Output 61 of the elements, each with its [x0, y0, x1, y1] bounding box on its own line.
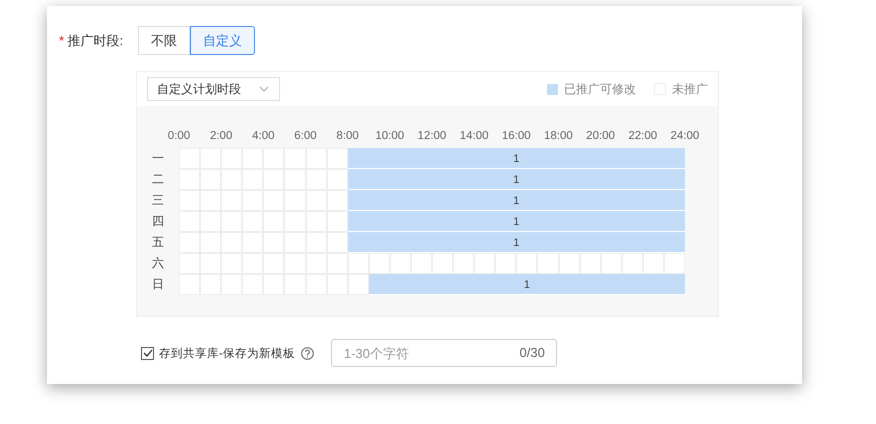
hour-label: 24:00	[669, 130, 700, 142]
day-label: 日	[151, 276, 165, 293]
hour-label: 2:00	[208, 130, 234, 142]
time-cell[interactable]	[622, 253, 643, 274]
hour-label: 6:00	[293, 130, 318, 142]
help-icon[interactable]	[300, 346, 314, 360]
checkbox[interactable]	[141, 346, 154, 360]
legend-swatch	[547, 84, 558, 94]
hour-label: 0:00	[166, 130, 192, 142]
day-label: 一	[151, 150, 165, 167]
segment-label: 1	[513, 152, 520, 164]
hour-label: 22:00	[627, 130, 658, 142]
day-label: 二	[151, 171, 165, 188]
tab[interactable]: 不限	[138, 26, 190, 55]
time-cell[interactable]	[410, 253, 432, 274]
hour-label: 16:00	[500, 130, 532, 142]
segment-label: 1	[524, 278, 530, 290]
time-cell[interactable]	[495, 253, 516, 274]
day-label: 五	[151, 234, 165, 251]
caret-icon	[259, 86, 269, 92]
period-dropdown[interactable]: 自定义计划时段	[147, 77, 280, 101]
legend-label: 未推广	[672, 80, 708, 98]
time-cell[interactable]	[474, 253, 496, 274]
hour-label: 8:00	[335, 130, 360, 142]
time-cell[interactable]	[642, 253, 664, 274]
character-counter: 0/30	[520, 345, 545, 360]
checkbox-label: 存到共享库-保存为新模板	[159, 346, 295, 360]
hour-label: 10:00	[374, 130, 406, 142]
day-label: 三	[151, 192, 165, 209]
time-cell[interactable]	[326, 253, 348, 274]
time-cell[interactable]	[326, 169, 348, 190]
hour-label: 18:00	[543, 130, 574, 142]
hour-label: 14:00	[458, 130, 490, 142]
hour-label: 4:00	[251, 130, 276, 142]
legend-label: 已推广可修改	[564, 80, 636, 98]
time-cell[interactable]	[326, 211, 348, 232]
time-cell[interactable]	[390, 253, 411, 274]
hour-label: 20:00	[585, 130, 616, 142]
time-cell[interactable]	[600, 253, 622, 274]
time-cell[interactable]	[348, 274, 369, 295]
time-cell[interactable]	[326, 190, 348, 211]
day-label: 四	[151, 213, 165, 230]
segment-label: 1	[513, 236, 520, 248]
field-label: * 推广时段:	[59, 32, 124, 50]
segment-label: 1	[513, 194, 520, 206]
time-cell[interactable]	[580, 253, 601, 274]
hour-label: 12:00	[416, 130, 448, 142]
time-cell[interactable]	[348, 253, 369, 274]
time-cell[interactable]	[432, 253, 454, 274]
time-cell[interactable]	[537, 253, 558, 274]
time-cell[interactable]	[326, 148, 348, 169]
tab[interactable]: 自定义	[190, 26, 255, 55]
segment-label: 1	[513, 174, 520, 186]
time-cell[interactable]	[558, 253, 580, 274]
day-label: 六	[151, 255, 165, 272]
segment-label: 1	[513, 216, 520, 228]
time-cell[interactable]	[664, 253, 685, 274]
time-cell[interactable]	[453, 253, 474, 274]
time-cell[interactable]	[516, 253, 538, 274]
time-cell[interactable]	[368, 253, 390, 274]
time-cell[interactable]	[326, 232, 348, 253]
